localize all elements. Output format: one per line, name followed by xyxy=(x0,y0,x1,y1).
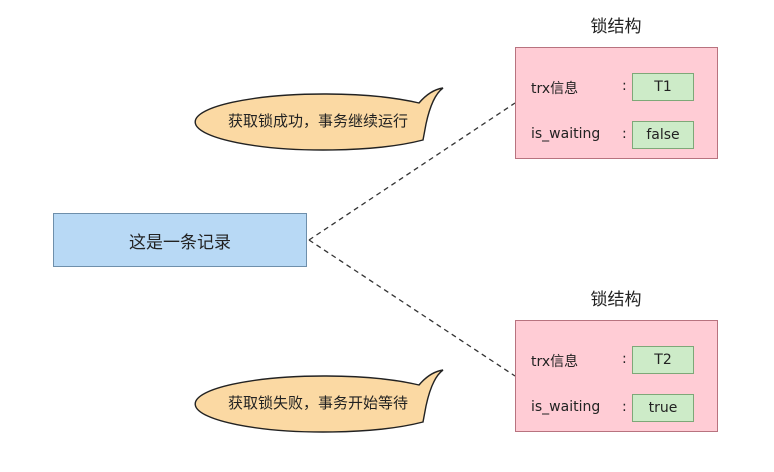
callout-text-1: 获取锁成功，事务继续运行 xyxy=(227,112,408,130)
is-waiting-value: false xyxy=(646,127,680,143)
trx-info-label: trx信息 xyxy=(531,354,579,370)
separator: : xyxy=(622,126,627,142)
is-waiting-value-box: false xyxy=(632,121,694,149)
is-waiting-label: is_waiting xyxy=(531,399,601,415)
trx-value-box: T1 xyxy=(632,73,694,101)
callout-text-2: 获取锁失败，事务开始等待 xyxy=(227,394,408,412)
lock-title-2: 锁结构 xyxy=(590,290,642,310)
connector-line-lock-2 xyxy=(308,239,516,377)
separator: : xyxy=(622,78,627,94)
separator: : xyxy=(622,351,627,367)
separator: : xyxy=(622,399,627,415)
is-waiting-label: is_waiting xyxy=(531,126,601,142)
lock-struct-1: trx信息 : T1 is_waiting : false xyxy=(515,47,718,159)
is-waiting-value-box: true xyxy=(632,394,694,422)
is-waiting-value: true xyxy=(648,400,678,416)
trx-value: T1 xyxy=(654,79,672,95)
trx-info-label: trx信息 xyxy=(531,81,579,97)
record-box: 这是一条记录 xyxy=(53,213,307,267)
record-label: 这是一条记录 xyxy=(129,232,231,253)
trx-value: T2 xyxy=(654,352,672,368)
lock-struct-2: trx信息 : T2 is_waiting : true xyxy=(515,320,718,432)
lock-title-1: 锁结构 xyxy=(590,17,642,37)
trx-value-box: T2 xyxy=(632,346,694,374)
